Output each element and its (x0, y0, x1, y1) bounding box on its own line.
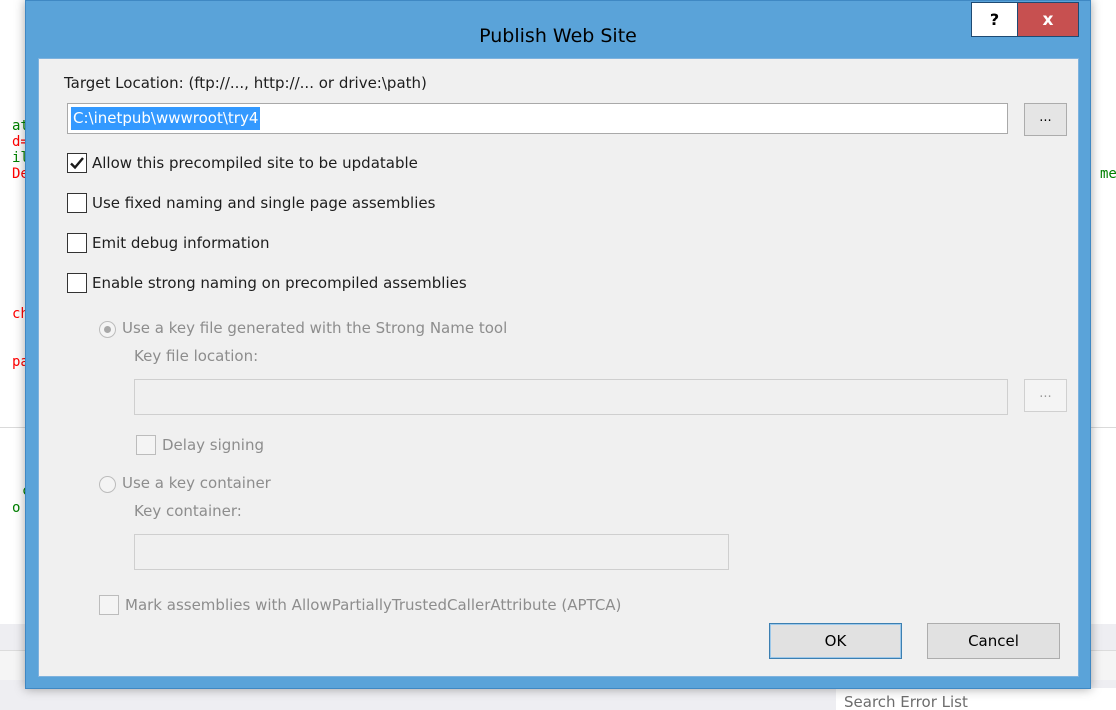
close-button[interactable]: x (1018, 2, 1079, 37)
search-error-list-input[interactable]: Search Error List (836, 688, 1116, 710)
fixed-naming-label[interactable]: Use fixed naming and single page assembl… (92, 194, 435, 212)
dialog-content: Target Location: (ftp://..., http://... … (38, 58, 1079, 677)
dialog-titlebar[interactable]: Publish Web Site ? x (26, 1, 1090, 59)
key-container-label: Key container: (134, 502, 242, 520)
aptca-label[interactable]: Mark assemblies with AllowPartiallyTrust… (125, 596, 621, 614)
publish-web-site-dialog: Publish Web Site ? x Target Location: (f… (25, 0, 1091, 689)
help-icon: ? (989, 10, 1000, 29)
strong-naming-checkbox[interactable] (67, 273, 87, 293)
key-container-radio[interactable] (99, 476, 116, 493)
strong-naming-label[interactable]: Enable strong naming on precompiled asse… (92, 274, 467, 292)
close-icon: x (1042, 9, 1054, 30)
emit-debug-checkbox[interactable] (67, 233, 87, 253)
fixed-naming-checkbox[interactable] (67, 193, 87, 213)
key-file-location-label: Key file location: (134, 347, 259, 365)
checkmark-icon (70, 157, 84, 170)
target-browse-button[interactable]: ... (1024, 103, 1067, 136)
allow-updatable-label[interactable]: Allow this precompiled site to be updata… (92, 154, 418, 172)
code-fragment-8: o (12, 500, 21, 516)
key-file-radio[interactable] (99, 321, 116, 338)
key-container-input[interactable] (134, 534, 729, 570)
delay-signing-checkbox[interactable] (136, 435, 156, 455)
key-file-browse-button[interactable]: ... (1024, 379, 1067, 412)
delay-signing-label[interactable]: Delay signing (162, 436, 264, 454)
emit-debug-label[interactable]: Emit debug information (92, 234, 270, 252)
help-button[interactable]: ? (971, 2, 1018, 37)
key-container-radio-label[interactable]: Use a key container (122, 474, 271, 492)
target-location-value: C:\inetpub\wwwroot\try4 (71, 107, 261, 130)
cancel-button[interactable]: Cancel (927, 623, 1060, 659)
target-location-input[interactable]: C:\inetpub\wwwroot\try4 (67, 103, 1008, 134)
code-fragment-right: me (1100, 166, 1116, 182)
allow-updatable-checkbox[interactable] (67, 153, 87, 173)
aptca-checkbox[interactable] (99, 595, 119, 615)
key-file-radio-label[interactable]: Use a key file generated with the Strong… (122, 319, 507, 337)
key-file-location-input[interactable] (134, 379, 1008, 415)
target-location-label: Target Location: (ftp://..., http://... … (64, 74, 427, 92)
ok-button[interactable]: OK (769, 623, 902, 659)
